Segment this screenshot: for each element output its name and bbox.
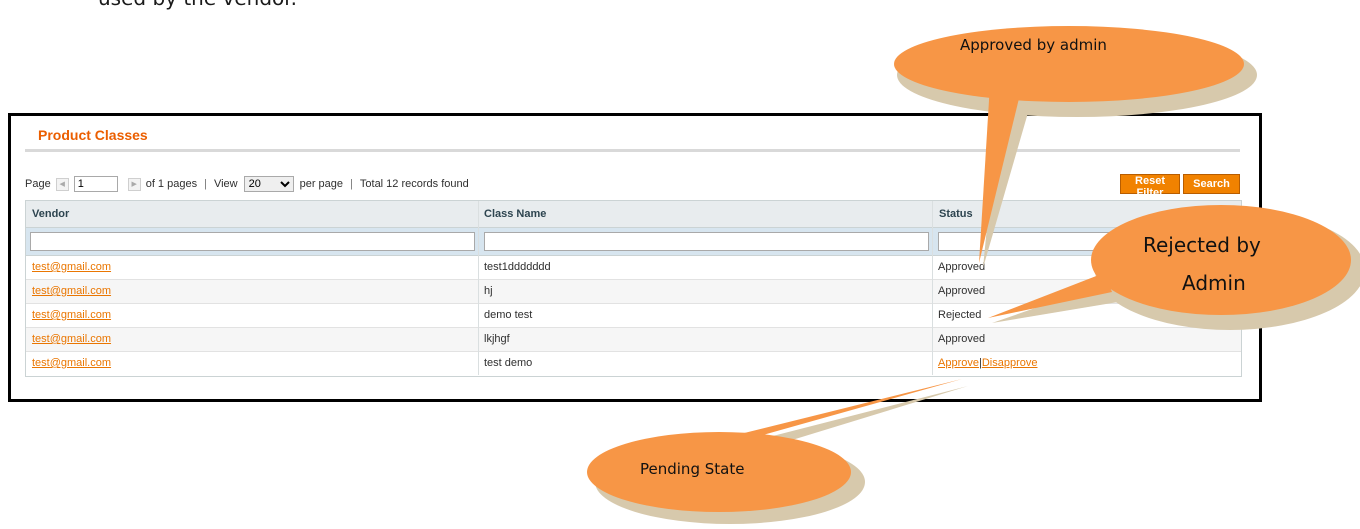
rejected-callout <box>988 205 1360 330</box>
rejected-callout-label-line1: Rejected by <box>1143 233 1261 257</box>
pending-callout <box>587 379 968 524</box>
rejected-callout-label-line2: Admin <box>1182 271 1246 295</box>
approved-callout-label: Approved by admin <box>960 36 1107 54</box>
pending-callout-label: Pending State <box>640 460 745 478</box>
callout-annotations <box>587 26 1360 524</box>
